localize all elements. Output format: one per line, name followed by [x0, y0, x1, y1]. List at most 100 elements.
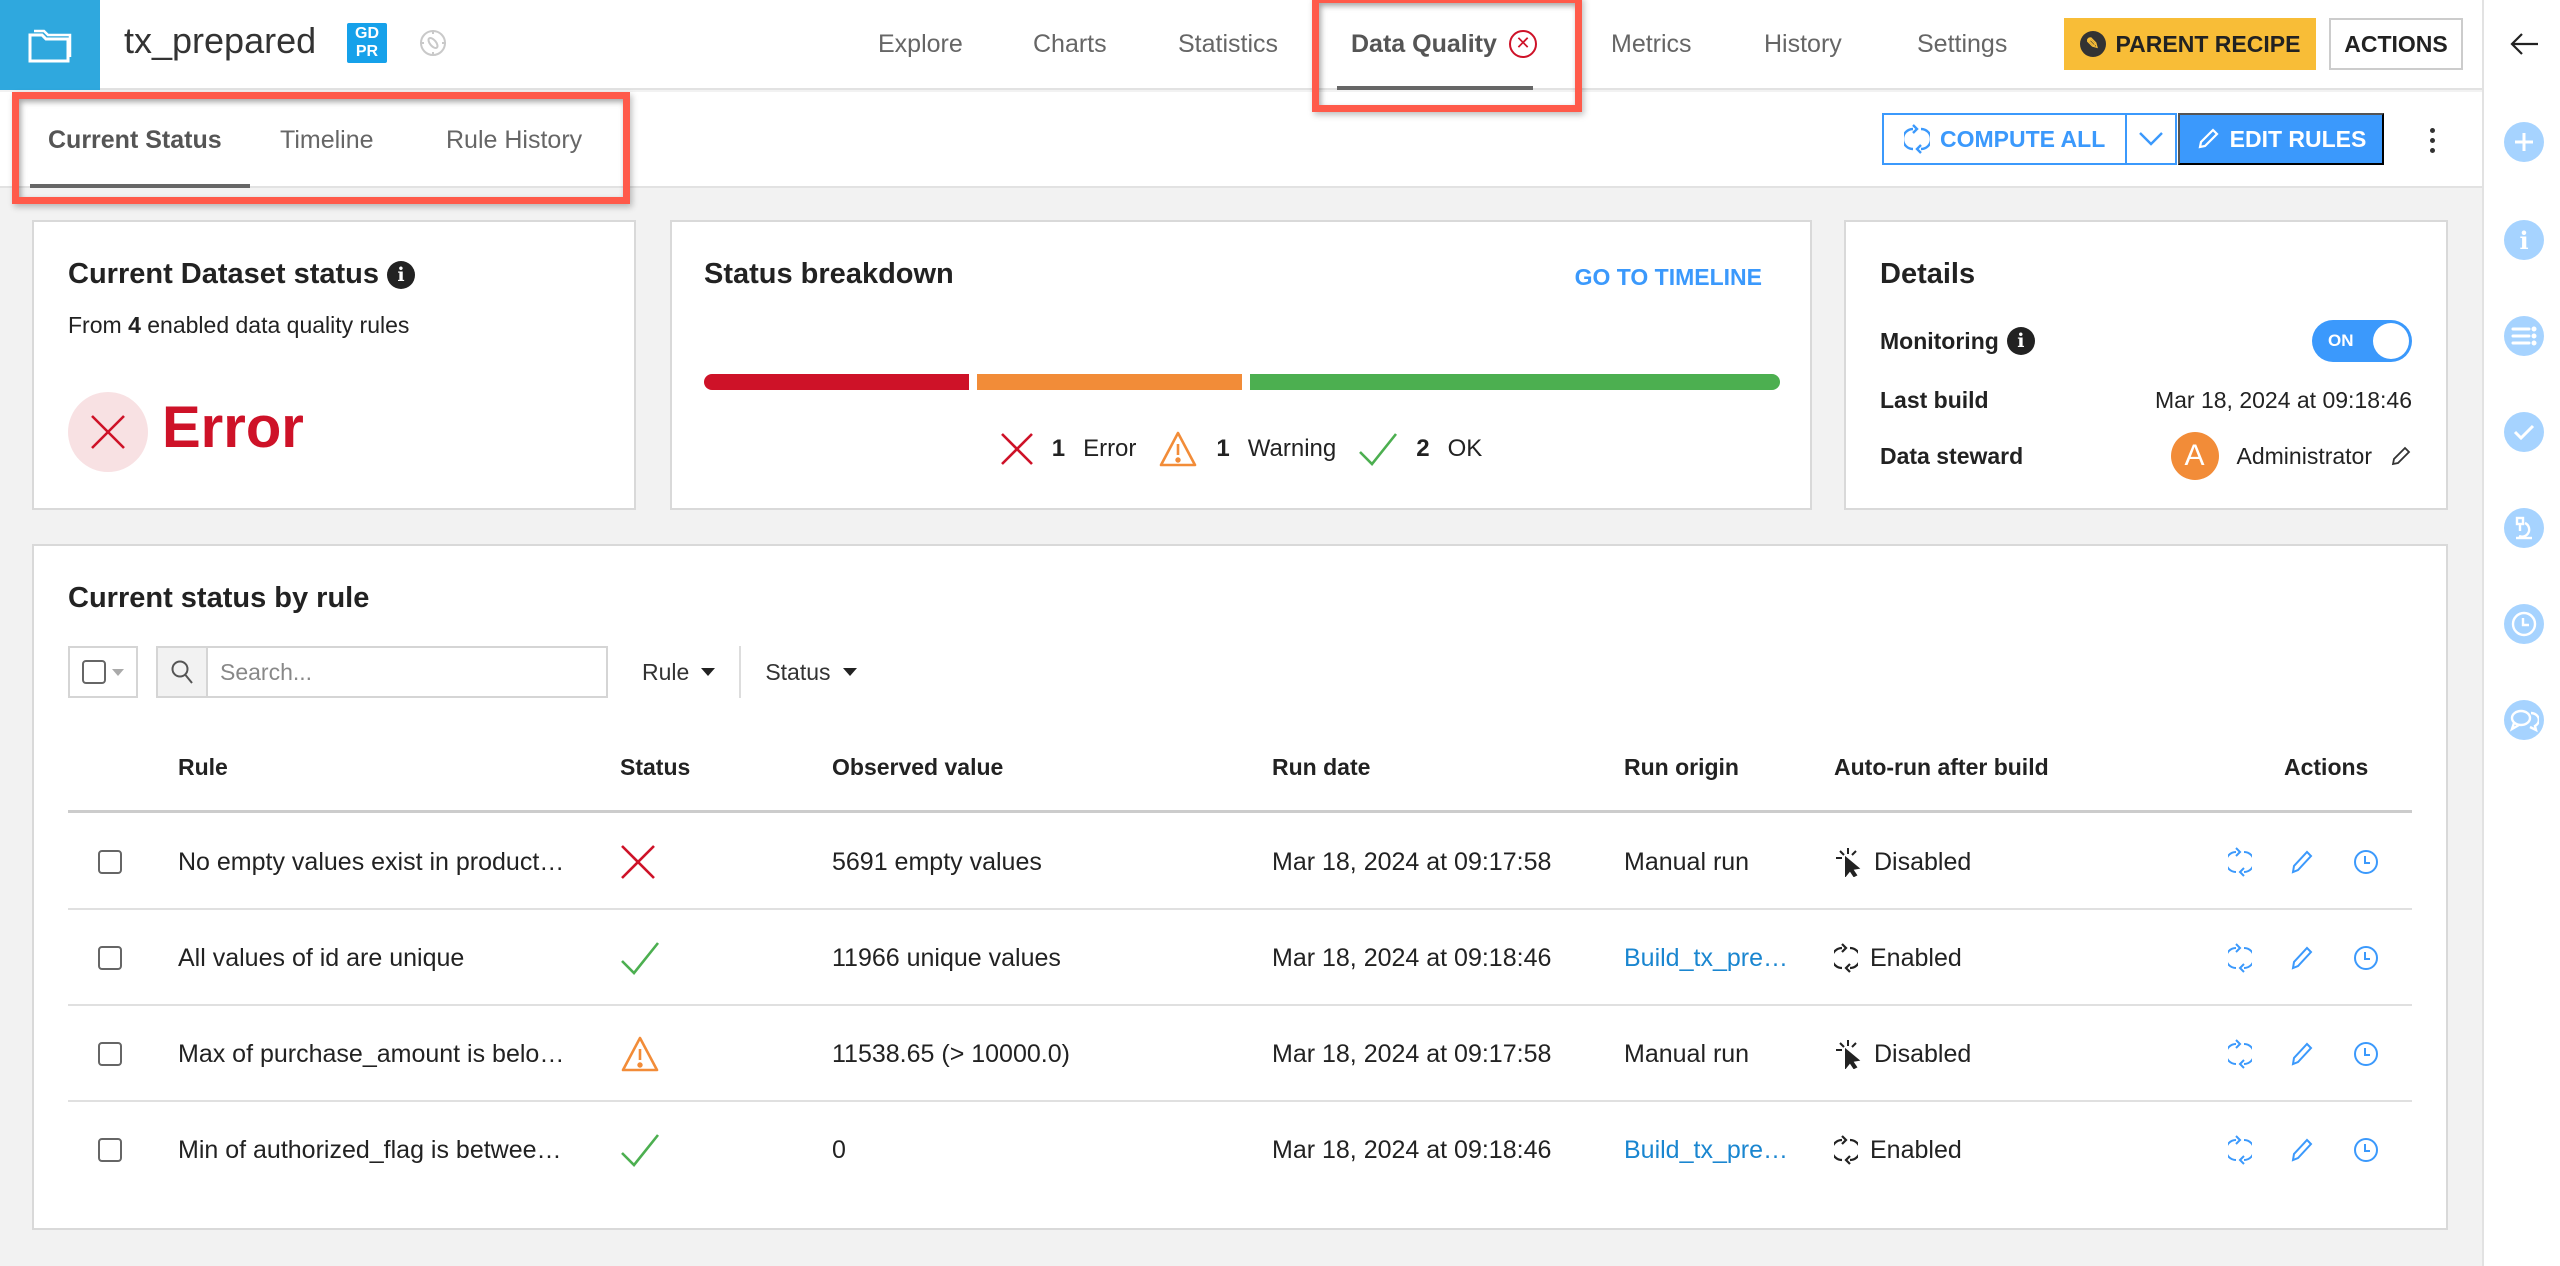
data-steward-value: A Administrator [2170, 432, 2412, 480]
search-input[interactable] [208, 648, 606, 696]
table-row[interactable]: All values of id are unique 11966 unique … [68, 910, 2412, 1006]
edit-icon[interactable] [2290, 945, 2314, 971]
legend-warning: 1 Warning [1158, 430, 1336, 468]
row-checkbox[interactable] [98, 946, 122, 970]
compute-options-dropdown[interactable] [2127, 115, 2175, 163]
refresh-icon [1904, 124, 1930, 154]
nav-data-quality[interactable]: Data Quality ✕ [1337, 0, 1537, 90]
column-header-observed-value[interactable]: Observed value [832, 754, 1003, 781]
info-icon[interactable]: i [2504, 220, 2544, 260]
run-date: Mar 18, 2024 at 09:18:46 [1272, 943, 1552, 972]
column-header-auto-run[interactable]: Auto-run after build [1834, 754, 2049, 781]
gdpr-badge[interactable]: GD PR [347, 23, 387, 63]
run-origin[interactable]: Build_tx_pre… [1624, 910, 1788, 1006]
edit-icon[interactable] [2290, 1041, 2314, 1067]
table-header-divider [68, 810, 2412, 813]
rule-name[interactable]: All values of id are unique [178, 910, 464, 1006]
table-row[interactable]: Max of purchase_amount is belo… 11538.65 … [68, 1006, 2412, 1102]
table-row[interactable]: Min of authorized_flag is betwee… 0 Mar 18… [68, 1102, 2412, 1198]
rule-name[interactable]: Max of purchase_amount is belo… [178, 1006, 564, 1102]
info-icon[interactable]: i [387, 261, 416, 289]
compass-icon[interactable] [418, 28, 448, 58]
table-row[interactable]: No empty values exist in product… 5691 em… [68, 814, 2412, 910]
run-origin: Manual run [1624, 847, 1750, 876]
actions-button[interactable]: ACTIONS [2329, 18, 2463, 70]
row-actions [2228, 910, 2380, 1006]
recompute-icon[interactable] [2228, 847, 2252, 877]
status-cell [620, 1006, 660, 1102]
nav-charts[interactable]: Charts [1033, 0, 1107, 90]
caret-down-icon [701, 668, 716, 676]
row-checkbox[interactable] [98, 1138, 122, 1162]
x-icon [620, 844, 656, 880]
recompute-icon[interactable] [2228, 1135, 2252, 1165]
lab-icon[interactable] [2504, 508, 2544, 548]
x-icon [91, 415, 125, 449]
back-arrow-icon[interactable] [2504, 24, 2544, 64]
recompute-icon[interactable] [2228, 1039, 2252, 1069]
nav-history[interactable]: History [1764, 0, 1842, 90]
pencil-icon[interactable] [2390, 445, 2412, 467]
rule-name[interactable]: Min of authorized_flag is betwee… [178, 1102, 562, 1198]
dataset-status-subtitle: From 4 enabled data quality rules [68, 312, 410, 338]
subtab-timeline[interactable]: Timeline [280, 92, 374, 188]
nav-settings[interactable]: Settings [1917, 0, 2007, 90]
caret-down-icon [112, 668, 124, 676]
select-all-checkbox[interactable] [82, 660, 106, 684]
row-checkbox[interactable] [98, 1042, 122, 1066]
row-checkbox[interactable] [98, 850, 122, 874]
clock-icon[interactable] [2504, 604, 2544, 644]
info-icon[interactable]: i [2006, 327, 2035, 355]
compute-all-group: COMPUTE ALL [1882, 113, 2178, 165]
column-header-status[interactable]: Status [620, 754, 690, 781]
status-breakdown-bar [704, 374, 1780, 390]
subtab-current-status[interactable]: Current Status [30, 92, 250, 188]
edit-icon[interactable] [2290, 1137, 2314, 1163]
history-clock-icon[interactable] [2352, 944, 2380, 972]
monitoring-row: Monitoring i ON [1880, 316, 2412, 366]
run-date: Mar 18, 2024 at 09:18:46 [1272, 1135, 1552, 1164]
rule-name[interactable]: No empty values exist in product… [178, 814, 564, 910]
more-options-button[interactable] [2420, 120, 2444, 160]
parent-recipe-button[interactable]: ✎ PARENT RECIPE [2064, 18, 2316, 70]
status-bar-segment-warning [977, 374, 1242, 390]
edit-rules-button[interactable]: EDIT RULES [2178, 113, 2384, 165]
legend-ok: 2 OK [1358, 432, 1482, 466]
nav-metrics[interactable]: Metrics [1611, 0, 1692, 90]
go-to-timeline-link[interactable]: GO TO TIMELINE [1575, 264, 1762, 291]
status-filter-dropdown[interactable]: Status [741, 646, 880, 698]
status-cell [620, 814, 656, 910]
error-status-icon [68, 392, 148, 472]
run-date: Mar 18, 2024 at 09:17:58 [1272, 1039, 1552, 1068]
dataset-status-title: Current Dataset status i [68, 258, 416, 291]
column-header-rule[interactable]: Rule [178, 754, 228, 781]
history-clock-icon[interactable] [2352, 1136, 2380, 1164]
rule-filter-dropdown[interactable]: Rule [618, 646, 739, 698]
dataset-name: tx_prepared [124, 20, 317, 61]
list-icon[interactable] [2504, 316, 2544, 356]
auto-run-value: Enabled [1870, 1135, 1962, 1164]
plus-icon[interactable] [2504, 122, 2544, 162]
history-clock-icon[interactable] [2352, 1040, 2380, 1068]
run-origin[interactable]: Build_tx_pre… [1624, 1102, 1788, 1198]
check-icon[interactable] [2504, 412, 2544, 452]
folder-button[interactable] [0, 0, 100, 90]
monitoring-toggle[interactable]: ON [2312, 320, 2412, 362]
chat-icon[interactable] [2504, 700, 2544, 740]
subtab-rule-history[interactable]: Rule History [446, 92, 582, 188]
auto-run-cell: Disabled [1834, 1006, 1971, 1102]
nav-explore[interactable]: Explore [878, 0, 963, 90]
column-header-actions: Actions [2284, 754, 2369, 780]
auto-run-disabled-icon [1834, 847, 1862, 877]
row-checkbox-cell [98, 1102, 122, 1198]
edit-icon[interactable] [2290, 849, 2314, 875]
history-clock-icon[interactable] [2352, 848, 2380, 876]
select-all-dropdown[interactable] [68, 646, 138, 698]
column-header-run-date[interactable]: Run date [1272, 754, 1370, 781]
recompute-icon[interactable] [2228, 943, 2252, 973]
compute-all-button[interactable]: COMPUTE ALL [1884, 115, 2128, 163]
column-header-run-origin[interactable]: Run origin [1624, 754, 1739, 781]
run-origin: Manual run [1624, 1039, 1750, 1068]
rules-table-card: Current status by rule Rule Status Rule … [32, 544, 2448, 1230]
nav-statistics[interactable]: Statistics [1178, 0, 1278, 90]
